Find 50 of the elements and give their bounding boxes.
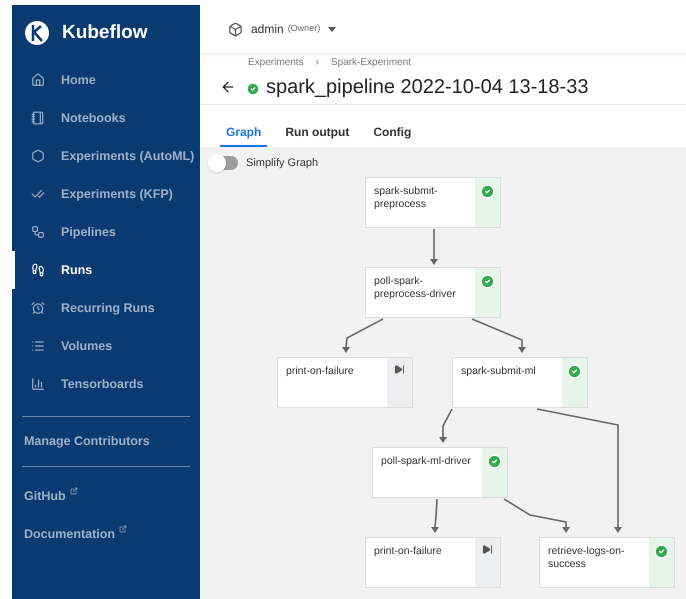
- nav-icon: [31, 149, 45, 163]
- toggle-switch[interactable]: [210, 156, 238, 170]
- run-title: spark_pipeline 2022-10-04 13-18-33: [266, 74, 588, 100]
- toggle-label: Simplify Graph: [246, 156, 318, 171]
- pipeline-node[interactable]: spark-submit-preprocess: [365, 177, 501, 228]
- nav-item[interactable]: Notebooks: [12, 99, 200, 137]
- namespace-icon: [228, 22, 243, 36]
- logo-text: Kubeflow: [62, 20, 148, 45]
- namespace-selector[interactable]: admin (Owner): [251, 20, 336, 38]
- breadcrumb-link[interactable]: Spark-Experiment: [330, 54, 411, 70]
- check-icon: [487, 454, 502, 469]
- pipeline-node[interactable]: spark-submit-ml: [452, 357, 588, 408]
- nav-icon: [31, 301, 45, 315]
- external-link-icon: [70, 486, 78, 495]
- nav-icon: [31, 225, 45, 239]
- pipeline-node[interactable]: poll-spark-ml-driver: [372, 447, 508, 498]
- nav-icon: [31, 111, 45, 125]
- nav-item[interactable]: Tensorboards: [12, 365, 200, 403]
- pipeline-node[interactable]: print-on-failure: [365, 537, 501, 588]
- breadcrumb-link[interactable]: Experiments: [248, 54, 304, 70]
- success-icon: [246, 82, 260, 96]
- check-icon: [567, 364, 582, 379]
- breadcrumb-separator: ›: [316, 56, 319, 70]
- skip-icon: [482, 544, 493, 555]
- nav-item[interactable]: Pipelines: [12, 213, 200, 251]
- pipeline-node[interactable]: print-on-failure: [277, 357, 413, 408]
- check-icon: [480, 274, 495, 289]
- nav-icon: [31, 187, 45, 201]
- pipeline-node[interactable]: retrieve-logs-on-success: [539, 537, 675, 588]
- nav-icon: [31, 263, 45, 277]
- check-icon: [654, 544, 669, 559]
- external-link-icon: [118, 524, 127, 533]
- nav-icon: [31, 377, 45, 391]
- external-link[interactable]: Documentation: [12, 516, 200, 555]
- logo-icon: [24, 20, 50, 46]
- tab[interactable]: Run output: [279, 123, 356, 147]
- pipeline-node[interactable]: poll-spark-preprocess-driver: [365, 267, 501, 318]
- external-link[interactable]: GitHub: [12, 478, 200, 517]
- nav-icon: [31, 339, 45, 353]
- check-icon: [480, 184, 495, 199]
- nav-item[interactable]: Experiments (KFP): [12, 175, 200, 213]
- nav-item[interactable]: Volumes: [12, 327, 200, 365]
- tab[interactable]: Config: [367, 123, 418, 147]
- nav-item[interactable]: Experiments (AutoML): [12, 137, 200, 175]
- manage-contributors-link[interactable]: Manage Contributors: [12, 417, 200, 466]
- nav-icon: [31, 73, 45, 87]
- nav-item[interactable]: Recurring Runs: [12, 289, 200, 327]
- caret-icon: [328, 26, 336, 32]
- nav-item[interactable]: Home: [12, 61, 200, 99]
- skip-icon: [394, 364, 405, 375]
